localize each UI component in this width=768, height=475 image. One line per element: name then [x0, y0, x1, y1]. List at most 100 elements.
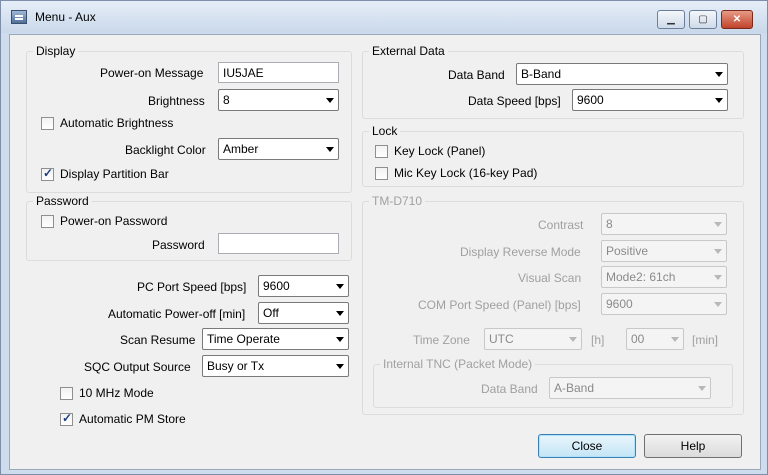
mic-key-lock-label: Mic Key Lock (16-key Pad) [394, 166, 538, 180]
hour-unit-label: [h] [591, 333, 605, 347]
minimize-icon: ▁ [667, 14, 675, 25]
password-legend: Password [33, 194, 92, 208]
chevron-down-icon [714, 222, 722, 227]
power-on-password-label: Power-on Password [60, 214, 168, 228]
external-data-group: External Data Data Band B-Band Data Spee… [362, 44, 744, 119]
app-icon [11, 10, 27, 24]
menu-aux-window: Menu - Aux ▁ ▢ ✕ Display Power-on Messag… [0, 0, 768, 475]
ten-mhz-mode-box[interactable] [60, 386, 73, 400]
title-bar[interactable]: Menu - Aux ▁ ▢ ✕ [1, 1, 767, 33]
backlight-color-label: Backlight Color [125, 143, 206, 157]
minute-select[interactable]: 00 [626, 328, 684, 350]
internal-tnc-legend: Internal TNC (Packet Mode) [380, 357, 536, 371]
scan-resume-select[interactable]: Time Operate [202, 328, 349, 350]
ten-mhz-mode-label: 10 MHz Mode [79, 386, 154, 400]
close-icon: ✕ [732, 14, 742, 25]
chevron-down-icon [714, 302, 722, 307]
display-group: Display Power-on Message IU5JAE Brightne… [26, 44, 352, 193]
display-reverse-mode-label: Display Reverse Mode [460, 245, 581, 259]
close-button[interactable]: Close [538, 434, 636, 458]
ten-mhz-mode-checkbox[interactable]: 10 MHz Mode [60, 386, 154, 400]
chevron-down-icon [336, 311, 344, 316]
chevron-down-icon [326, 147, 334, 152]
lock-group: Lock Key Lock (Panel) Mic Key Lock (16-k… [362, 124, 744, 187]
display-legend: Display [33, 44, 79, 58]
auto-pm-store-label: Automatic PM Store [79, 412, 186, 426]
power-on-message-label: Power-on Message [100, 66, 204, 80]
auto-power-off-label: Automatic Power-off [min] [108, 307, 246, 321]
external-data-band-label: Data Band [448, 68, 505, 82]
sqc-output-source-label: SQC Output Source [84, 360, 191, 374]
backlight-color-value: Amber [223, 142, 259, 156]
brightness-label: Brightness [148, 94, 205, 108]
key-lock-box[interactable] [375, 144, 388, 158]
scan-resume-label: Scan Resume [120, 333, 196, 347]
help-button[interactable]: Help [644, 434, 742, 458]
key-lock-checkbox[interactable]: Key Lock (Panel) [375, 144, 485, 158]
contrast-label: Contrast [538, 218, 584, 232]
chevron-down-icon [671, 337, 679, 342]
key-lock-label: Key Lock (Panel) [394, 144, 486, 158]
tnc-data-band-label: Data Band [481, 382, 538, 396]
minimize-button[interactable]: ▁ [657, 10, 685, 29]
contrast-select[interactable]: 8 [601, 213, 727, 235]
chevron-down-icon [714, 275, 722, 280]
external-data-band-value: B-Band [521, 67, 562, 81]
data-speed-value: 9600 [577, 93, 604, 107]
maximize-button[interactable]: ▢ [689, 10, 717, 29]
password-label: Password [152, 238, 205, 252]
power-on-password-checkbox[interactable]: Power-on Password [41, 214, 167, 228]
auto-pm-store-box[interactable] [60, 411, 73, 426]
auto-power-off-select[interactable]: Off [258, 302, 349, 324]
pc-port-speed-select[interactable]: 9600 [258, 275, 349, 297]
visual-scan-label: Visual Scan [518, 271, 582, 285]
sqc-output-source-select[interactable]: Busy or Tx [202, 355, 349, 377]
com-port-speed-label: COM Port Speed (Panel) [bps] [418, 298, 581, 312]
automatic-brightness-box[interactable] [41, 116, 54, 130]
visual-scan-value: Mode2: 61ch [606, 270, 676, 284]
maximize-icon: ▢ [698, 14, 708, 25]
password-input[interactable] [218, 233, 339, 254]
com-port-speed-value: 9600 [606, 297, 633, 311]
chevron-down-icon [326, 98, 334, 103]
mic-key-lock-checkbox[interactable]: Mic Key Lock (16-key Pad) [375, 166, 537, 180]
display-partition-bar-checkbox[interactable]: Display Partition Bar [41, 166, 169, 181]
backlight-color-select[interactable]: Amber [218, 138, 339, 160]
data-speed-label: Data Speed [bps] [468, 94, 561, 108]
data-speed-select[interactable]: 9600 [572, 89, 728, 111]
window-title: Menu - Aux [35, 10, 96, 24]
auto-power-off-value: Off [263, 306, 279, 320]
chevron-down-icon [336, 284, 344, 289]
tm-d710-group: TM-D710 Contrast 8 Display Reverse Mode … [362, 194, 744, 415]
display-partition-bar-label: Display Partition Bar [60, 167, 169, 181]
display-reverse-mode-select[interactable]: Positive [601, 240, 727, 262]
password-group: Password Power-on Password Password [26, 194, 352, 261]
minute-value: 00 [631, 332, 645, 346]
power-on-password-box[interactable] [41, 214, 54, 228]
tnc-data-band-select[interactable]: A-Band [549, 377, 711, 399]
tnc-data-band-value: A-Band [554, 381, 595, 395]
brightness-value: 8 [223, 93, 230, 107]
time-zone-select[interactable]: UTC [484, 328, 582, 350]
time-zone-label: Time Zone [413, 333, 470, 347]
com-port-speed-select[interactable]: 9600 [601, 293, 727, 315]
display-reverse-mode-value: Positive [606, 244, 649, 258]
auto-pm-store-checkbox[interactable]: Automatic PM Store [60, 411, 186, 426]
brightness-select[interactable]: 8 [218, 89, 339, 111]
time-zone-value: UTC [489, 332, 514, 346]
lock-legend: Lock [369, 124, 401, 138]
close-window-button[interactable]: ✕ [721, 10, 753, 29]
chevron-down-icon [336, 364, 344, 369]
tm-d710-legend: TM-D710 [369, 194, 426, 208]
chevron-down-icon [569, 337, 577, 342]
chevron-down-icon [714, 249, 722, 254]
mic-key-lock-box[interactable] [375, 166, 388, 180]
dialog-client-area: Display Power-on Message IU5JAE Brightne… [9, 34, 761, 470]
visual-scan-select[interactable]: Mode2: 61ch [601, 266, 727, 288]
internal-tnc-group: Internal TNC (Packet Mode) Data Band A-B… [373, 357, 733, 408]
power-on-message-input[interactable]: IU5JAE [218, 62, 339, 83]
automatic-brightness-checkbox[interactable]: Automatic Brightness [41, 116, 173, 130]
chevron-down-icon [336, 337, 344, 342]
external-data-band-select[interactable]: B-Band [516, 63, 728, 85]
display-partition-bar-box[interactable] [41, 166, 54, 181]
